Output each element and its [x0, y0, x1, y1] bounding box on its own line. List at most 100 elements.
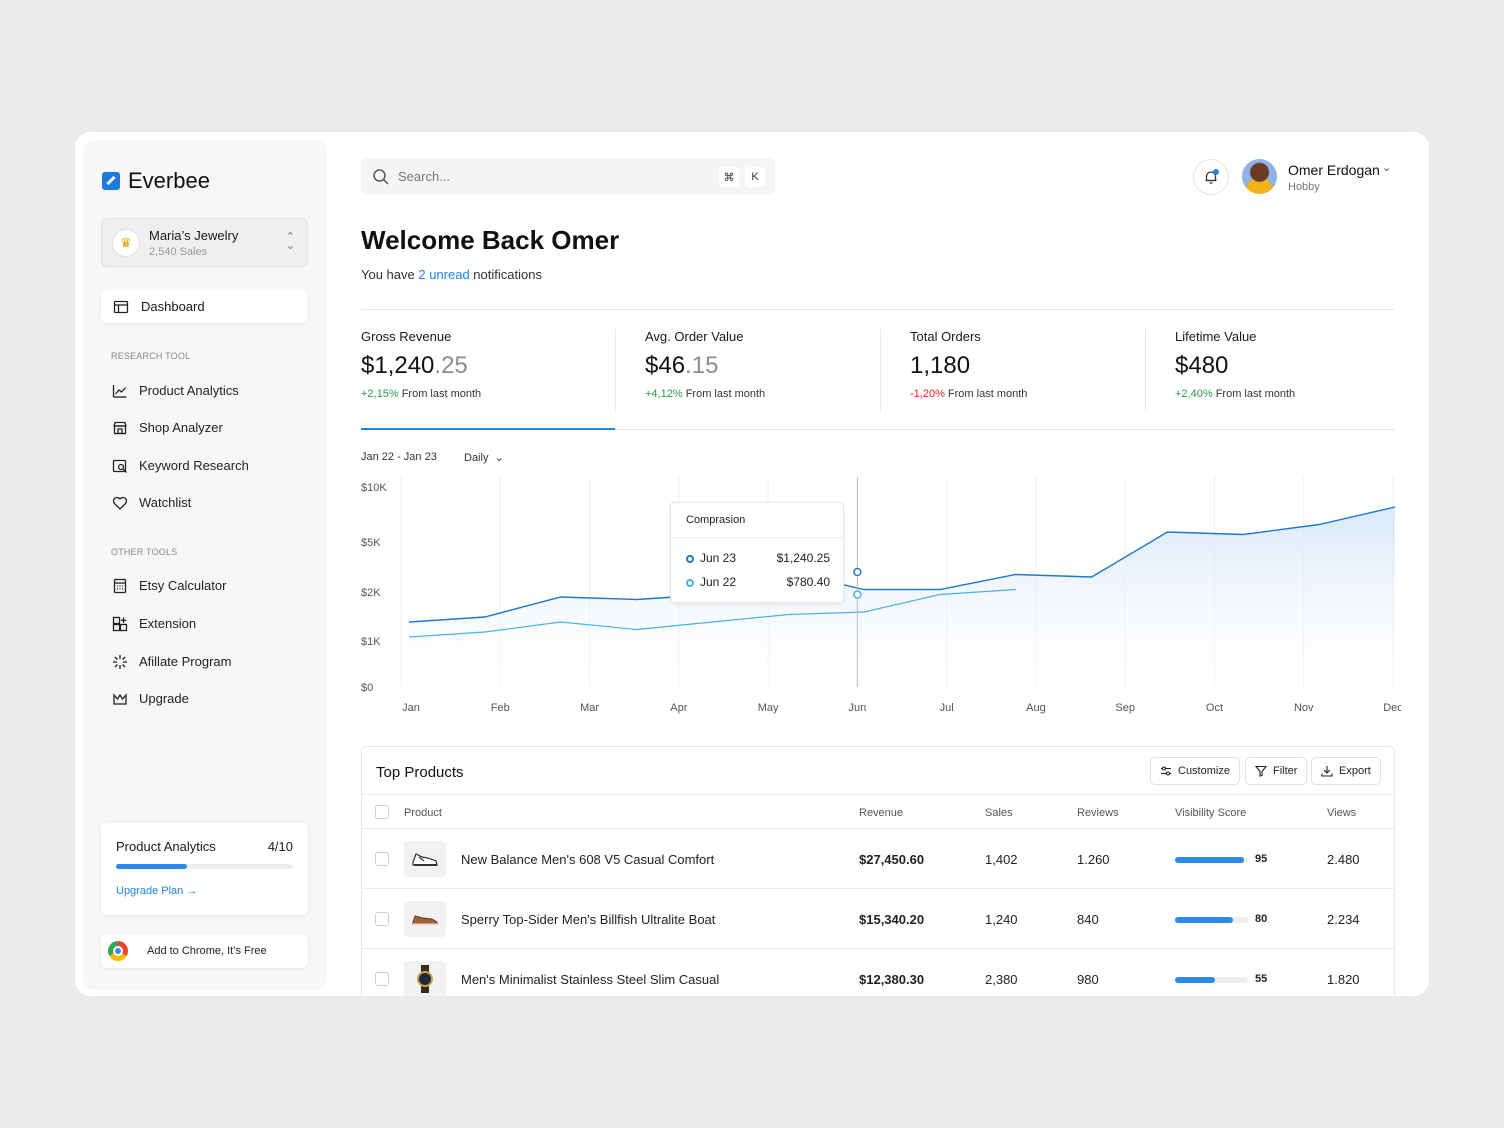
stat-lifetime-value[interactable]: Lifetime Value $480 +2,40% From last mon…: [1175, 329, 1295, 400]
stat-avg-order-value[interactable]: Avg. Order Value $46.15 +4,12% From last…: [645, 329, 765, 400]
row-divider: [362, 828, 1394, 829]
x-tick-label: Aug: [1026, 702, 1046, 714]
user-plan: Hobby: [1288, 181, 1320, 193]
usage-title: Product Analytics: [116, 839, 216, 854]
x-tick-label: Jan: [402, 702, 420, 714]
chrome-icon: [108, 941, 128, 961]
nav-label: Product Analytics: [139, 383, 239, 398]
tooltip-row-value: $780.40: [786, 575, 830, 589]
tooltip-row-value: $1,240.25: [776, 551, 830, 565]
visibility-score-bar: [1175, 977, 1248, 983]
date-range-picker[interactable]: Jan 22 - Jan 23: [361, 451, 437, 463]
x-tick-label: Sep: [1115, 702, 1135, 714]
keyword-search-icon: [111, 457, 128, 474]
search-bar[interactable]: ⌘ K: [361, 158, 775, 195]
nav-etsy-calculator[interactable]: Etsy Calculator: [111, 577, 226, 594]
column-header-revenue[interactable]: Revenue: [859, 807, 903, 819]
brand-name: Everbee: [128, 168, 210, 193]
column-header-sales[interactable]: Sales: [985, 807, 1013, 819]
filter-button[interactable]: Filter: [1245, 757, 1308, 785]
product-name[interactable]: Men's Minimalist Stainless Steel Slim Ca…: [461, 972, 719, 987]
product-reviews: 980: [1077, 972, 1099, 987]
usage-progress-bar: [116, 864, 293, 869]
unread-link[interactable]: 2 unread: [418, 267, 469, 282]
app-window: Everbee ♛ Maria’s Jewelry 2,540 Sales ⌃ ⌄…: [75, 132, 1429, 996]
export-button[interactable]: Export: [1311, 757, 1381, 785]
visibility-score-value: 95: [1255, 853, 1268, 865]
row-checkbox[interactable]: [375, 852, 389, 866]
stat-value: $480: [1175, 352, 1295, 380]
nav-keyword-research[interactable]: Keyword Research: [111, 457, 249, 474]
column-header-reviews[interactable]: Reviews: [1077, 807, 1119, 819]
x-tick-label: Jun: [848, 702, 866, 714]
stat-value: $46.15: [645, 352, 765, 380]
chevron-up-down-icon: ⌃ ⌄: [285, 231, 295, 252]
chevron-down-icon[interactable]: ⌄: [1382, 161, 1391, 174]
column-header-product[interactable]: Product: [404, 807, 442, 819]
other-tools-label: OTHER TOOLS: [111, 547, 178, 557]
product-name[interactable]: New Balance Men's 608 V5 Casual Comfort: [461, 852, 714, 867]
stat-change-value: +4,12%: [645, 388, 683, 400]
usage-progress-fill: [116, 864, 187, 869]
customize-button[interactable]: Customize: [1150, 757, 1240, 785]
period-select[interactable]: Daily ⌄: [464, 451, 504, 464]
extension-icon: [111, 615, 128, 632]
store-sales: 2,540 Sales: [149, 246, 208, 258]
nav-upgrade[interactable]: Upgrade: [111, 690, 189, 707]
sidebar: Everbee ♛ Maria’s Jewelry 2,540 Sales ⌃ ⌄…: [83, 140, 327, 990]
hover-point-jun22: [853, 590, 862, 599]
watch-icon: [417, 965, 433, 993]
stat-divider: [615, 329, 616, 411]
stat-gross-revenue[interactable]: Gross Revenue $1,240.25 +2,15% From last…: [361, 329, 481, 400]
crown-outline-icon: [111, 690, 128, 707]
nav-shop-analyzer[interactable]: Shop Analyzer: [111, 419, 223, 436]
column-header-views[interactable]: Views: [1327, 807, 1356, 819]
add-to-chrome-button[interactable]: Add to Chrome, It’s Free: [101, 934, 308, 968]
x-tick-label: Nov: [1294, 702, 1314, 714]
nav-label: Keyword Research: [139, 458, 249, 473]
visibility-score-bar: [1175, 857, 1248, 863]
product-revenue: $15,340.20: [859, 912, 925, 927]
research-tool-label: RESEARCH TOOL: [111, 351, 191, 361]
nav-label: Shop Analyzer: [139, 420, 223, 435]
revenue-chart[interactable]: Jan Feb Mar Apr May Jun Jul Aug Sep Oct Nov Dec $0 $1…: [351, 477, 1401, 722]
visibility-score-fill: [1175, 857, 1245, 863]
notifications-button[interactable]: [1193, 159, 1229, 195]
column-header-visibility-score[interactable]: Visibility Score: [1175, 807, 1246, 819]
nav-extension[interactable]: Extension: [111, 615, 196, 632]
tooltip-row-label: Jun 23: [700, 551, 737, 565]
stat-total-orders[interactable]: Total Orders 1,180 -1,20% From last mont…: [910, 329, 1027, 400]
customize-label: Customize: [1178, 765, 1230, 777]
row-checkbox[interactable]: [375, 912, 389, 926]
nav-label: Afillate Program: [139, 654, 232, 669]
row-divider: [362, 888, 1394, 889]
user-avatar[interactable]: [1242, 159, 1277, 194]
y-tick-label: $1K: [361, 636, 381, 648]
brand-logo[interactable]: Everbee: [102, 168, 210, 194]
product-revenue: $27,450.60: [859, 852, 925, 867]
product-image: [404, 841, 446, 877]
select-all-checkbox[interactable]: [375, 805, 389, 819]
nav-label: Upgrade: [139, 691, 189, 706]
nav-dashboard[interactable]: Dashboard: [101, 290, 308, 323]
top-products-table: Top Products Customize Filter Export Pro…: [361, 746, 1395, 996]
x-tick-label: Apr: [670, 702, 687, 714]
boat-shoe-icon: [412, 915, 438, 926]
product-name[interactable]: Sperry Top-Sider Men's Billfish Ultralit…: [461, 912, 715, 927]
store-switcher[interactable]: ♛ Maria’s Jewelry 2,540 Sales ⌃ ⌄: [101, 218, 308, 267]
stat-value-decimal: .25: [434, 352, 468, 379]
row-checkbox[interactable]: [375, 972, 389, 986]
y-tick-label: $0: [361, 682, 373, 694]
user-name[interactable]: Omer Erdogan: [1288, 162, 1380, 178]
nav-affiliate-program[interactable]: Afillate Program: [111, 653, 231, 670]
stat-change-suffix: From last month: [947, 388, 1028, 400]
product-image: [404, 961, 446, 996]
stat-change-suffix: From last month: [401, 388, 482, 400]
nav-product-analytics[interactable]: Product Analytics: [111, 382, 239, 399]
tooltip-title: Comprasion: [686, 514, 746, 526]
search-input[interactable]: [398, 169, 698, 184]
upgrade-plan-link[interactable]: Upgrade Plan →: [116, 885, 197, 897]
product-reviews: 840: [1077, 912, 1099, 927]
nav-watchlist[interactable]: Watchlist: [111, 494, 191, 511]
stat-value: 1,180: [910, 352, 1027, 380]
